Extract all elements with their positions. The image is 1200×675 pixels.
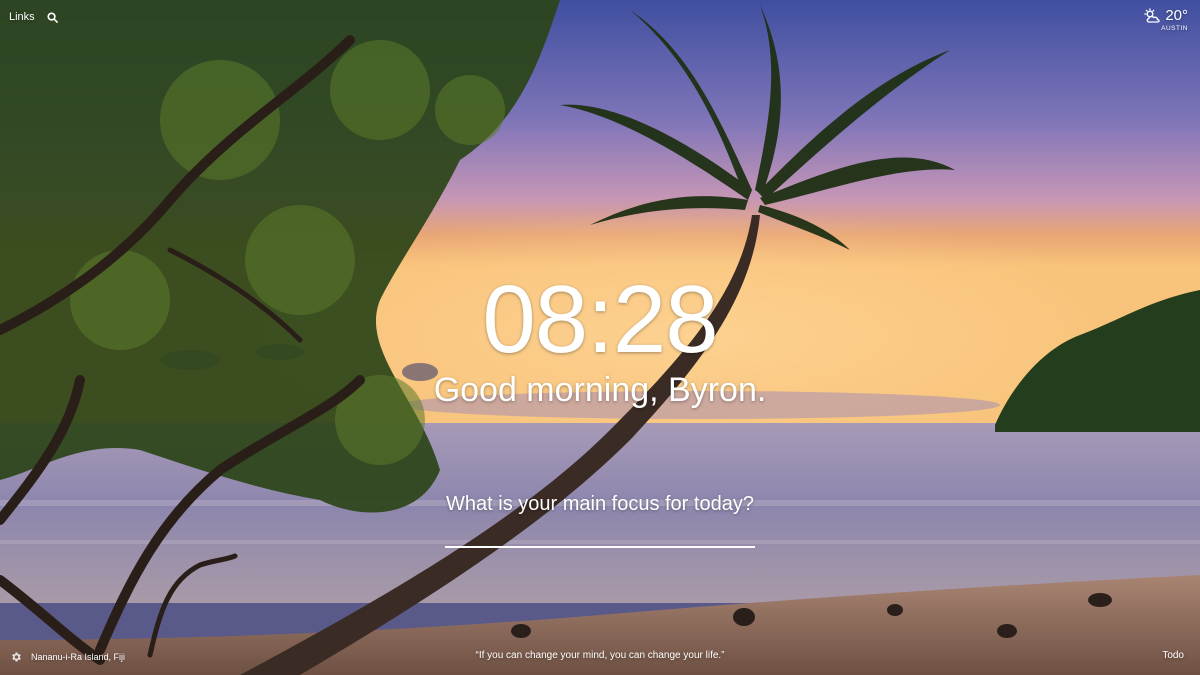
focus-question: What is your main focus for today?	[446, 493, 754, 515]
partly-cloudy-sun-icon	[1144, 7, 1161, 23]
todo-button[interactable]: Todo	[1162, 650, 1184, 661]
search-icon[interactable]	[47, 11, 58, 23]
weather-row: 20°	[1144, 7, 1188, 24]
background-stage: Links 20° AUSTIN 08:28 Good morning, Byr…	[0, 0, 1200, 675]
weather-location: AUSTIN	[1161, 25, 1188, 32]
greeting: Good morning, Byron.	[433, 371, 767, 409]
temperature: 20°	[1165, 7, 1188, 24]
focus-input[interactable]	[445, 520, 755, 548]
links-button[interactable]: Links	[9, 11, 35, 23]
weather-widget[interactable]: 20° AUSTIN	[1144, 7, 1188, 32]
daily-quote[interactable]: “If you can change your mind, you can ch…	[0, 650, 1200, 661]
clock: 08:28	[482, 266, 718, 373]
top-left-bar: Links	[9, 11, 58, 23]
